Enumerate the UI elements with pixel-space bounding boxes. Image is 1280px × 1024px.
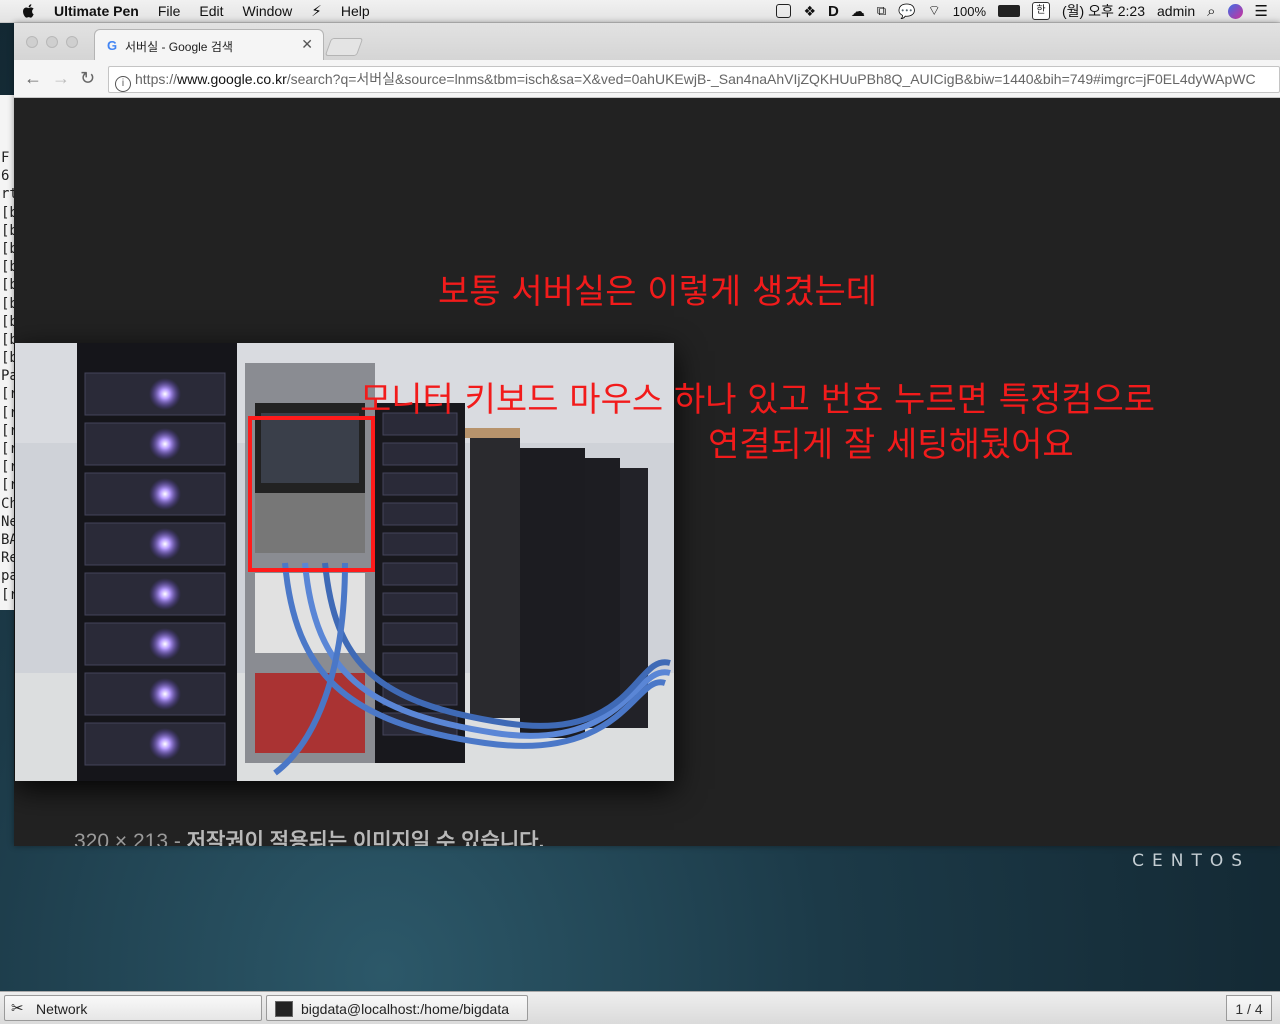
wifi-icon[interactable]: ⌔	[928, 2, 941, 20]
menu-bar: Ultimate Pen File Edit Window ⚡ Help ❖ D…	[0, 0, 1280, 23]
server-unit	[382, 652, 458, 676]
server-led-glow	[149, 578, 181, 610]
server-led-glow	[149, 678, 181, 710]
taskbar-network[interactable]: ✂ Network	[4, 995, 262, 1021]
menu-edit[interactable]: Edit	[199, 3, 223, 19]
bolt-icon[interactable]: ⚡	[311, 2, 322, 20]
google-favicon-icon: G	[107, 38, 118, 53]
tools-icon: ✂	[11, 1000, 24, 1017]
server-unit	[382, 472, 458, 496]
close-window-button[interactable]	[26, 36, 38, 48]
cloud-icon[interactable]: ☁	[851, 3, 865, 20]
copyright-notice[interactable]: 저작권이 적용되는 이미지일 수 있습니다.	[187, 830, 545, 846]
annotation-line-3: 연결되게 잘 세팅해뒀어요	[708, 425, 1074, 465]
app-menu[interactable]: Ultimate Pen	[54, 3, 139, 19]
chat-icon[interactable]: 💬	[898, 3, 915, 20]
minimize-window-button[interactable]	[46, 36, 58, 48]
command-icon[interactable]	[776, 4, 792, 18]
spotlight-icon[interactable]: ⌕	[1207, 3, 1215, 20]
network-label: Network	[36, 1001, 88, 1017]
window-controls	[26, 36, 86, 48]
close-tab-icon[interactable]: ✕	[301, 36, 313, 53]
back-icon[interactable]: ←	[24, 68, 42, 89]
url-path: /search?q=서버실&source=lnms&tbm=isch&sa=X&…	[286, 71, 1256, 87]
zoom-window-button[interactable]	[66, 36, 78, 48]
server-unit	[382, 592, 458, 616]
dropbox-icon[interactable]: ❖	[803, 3, 816, 20]
workspace-switcher[interactable]: 1 / 4	[1226, 995, 1272, 1021]
battery-percent[interactable]: 100%	[953, 4, 986, 19]
server-led-glow	[149, 528, 181, 560]
url-protocol: https://	[135, 71, 178, 87]
terminal-icon	[275, 1001, 293, 1017]
image-viewer-panel: 보통 서버실은 이렇게 생겼는데 모니터 키보드 마우스 하나 있고 번호 누르…	[14, 98, 1280, 846]
caption-separator: -	[168, 830, 187, 846]
terminal-label: bigdata@localhost:/home/bigdata	[301, 1001, 510, 1017]
browser-window: G 서버실 - Google 검색 ✕ ← → ↻ i https://www.g…	[14, 23, 1280, 846]
centos-brand: CENTOS	[1132, 851, 1250, 871]
site-info-icon[interactable]: i	[115, 76, 131, 92]
menu-help[interactable]: Help	[341, 3, 370, 19]
server-led-glow	[149, 478, 181, 510]
server-unit	[382, 622, 458, 646]
tab-title: 서버실 - Google 검색	[125, 40, 233, 54]
windows-icon[interactable]: ⧉	[877, 3, 886, 19]
server-led-glow	[149, 378, 181, 410]
battery-icon[interactable]	[998, 5, 1020, 17]
server-led-glow	[149, 428, 181, 460]
notification-center-icon[interactable]: ☰	[1255, 2, 1268, 20]
annotation-line-1: 보통 서버실은 이렇게 생겼는데	[438, 272, 878, 312]
url-host: www.google.co.kr	[177, 71, 287, 87]
tab-active[interactable]: G 서버실 - Google 검색 ✕	[94, 29, 324, 60]
input-source-icon[interactable]: 한	[1032, 2, 1050, 20]
server-unit	[382, 562, 458, 586]
apple-icon[interactable]	[20, 3, 38, 19]
menu-window[interactable]: Window	[243, 3, 293, 19]
server-led-glow	[149, 728, 181, 760]
image-dimensions: 320 × 213	[74, 830, 169, 846]
bottom-taskbar: ✂ Network bigdata@localhost:/home/bigdat…	[0, 991, 1280, 1024]
forward-icon[interactable]: →	[52, 68, 70, 89]
server-unit	[382, 532, 458, 556]
server-led-glow	[149, 628, 181, 660]
tab-bar: G 서버실 - Google 검색 ✕	[14, 23, 1280, 60]
annotation-line-2: 모니터 키보드 마우스 하나 있고 번호 누르면 특정컴으로	[360, 380, 1156, 420]
image-caption: 320 × 213 - 저작권이 적용되는 이미지일 수 있습니다.	[74, 825, 544, 846]
taskbar-terminal[interactable]: bigdata@localhost:/home/bigdata	[266, 995, 528, 1021]
address-bar[interactable]: i https://www.google.co.kr/search?q=서버실&s…	[108, 66, 1280, 93]
server-unit	[382, 502, 458, 526]
clock[interactable]: (월) 오후 2:23	[1062, 1, 1145, 21]
status-area: ❖ D ☁ ⧉ 💬 ⌔ 100% 한 (월) 오후 2:23 admin ⌕ ☰	[776, 0, 1280, 22]
server-unit	[382, 442, 458, 466]
user-menu[interactable]: admin	[1157, 3, 1195, 19]
menu-file[interactable]: File	[158, 3, 181, 19]
siri-icon[interactable]	[1227, 3, 1243, 19]
reload-icon[interactable]: ↻	[80, 68, 95, 89]
new-tab-button[interactable]	[324, 38, 364, 56]
browser-toolbar: ← → ↻ i https://www.google.co.kr/search?q…	[14, 60, 1280, 98]
d-app-icon[interactable]: D	[828, 3, 839, 20]
